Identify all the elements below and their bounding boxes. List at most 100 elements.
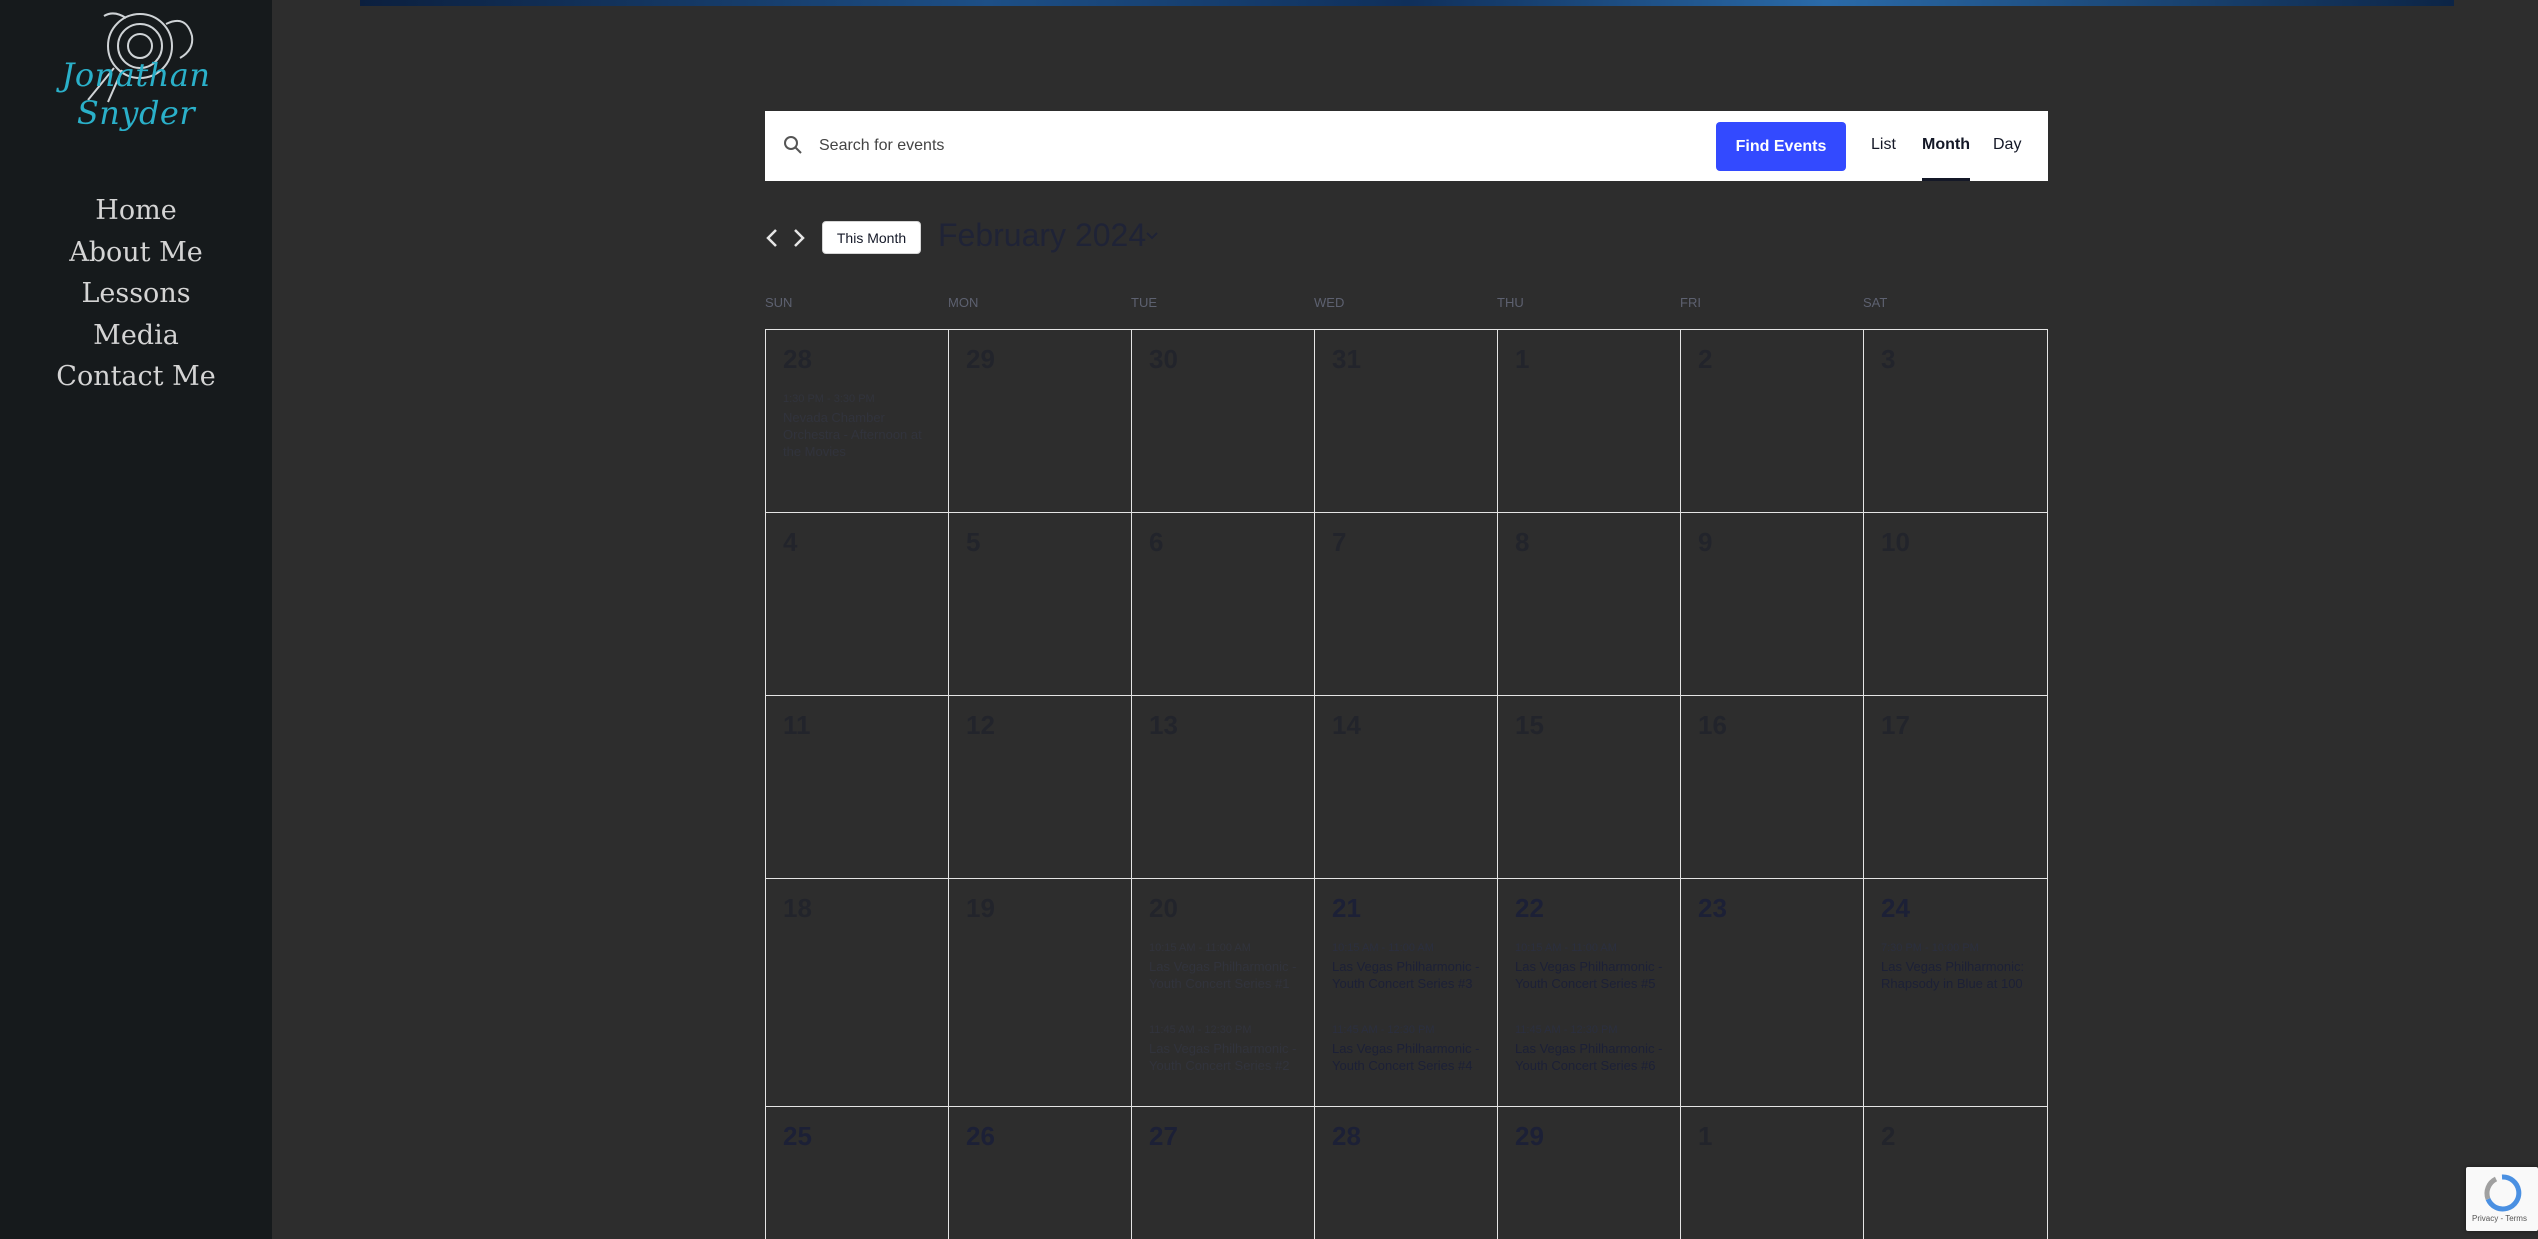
day-number[interactable]: 25: [783, 1121, 812, 1152]
find-events-button[interactable]: Find Events: [1716, 122, 1846, 171]
calendar-day-cell[interactable]: 26: [949, 1107, 1132, 1239]
day-number[interactable]: 24: [1881, 893, 1910, 924]
calendar-day-cell[interactable]: 13: [1132, 696, 1315, 879]
day-number[interactable]: 2: [1698, 344, 1712, 375]
calendar-day-cell[interactable]: 25: [766, 1107, 949, 1239]
calendar-event[interactable]: 11:45 AM - 12:30 PM Las Vegas Philharmoni…: [1149, 1023, 1299, 1074]
calendar-event[interactable]: 7:30 PM - 10:00 PM Las Vegas Philharmonic…: [1881, 941, 2031, 992]
calendar-event[interactable]: 10:15 AM - 11:00 AM Las Vegas Philharmoni…: [1149, 941, 1299, 992]
calendar-day-cell[interactable]: 12: [949, 696, 1132, 879]
calendar-day-cell[interactable]: 28 1:30 PM - 3:30 PM Nevada Chamber Orches…: [766, 330, 949, 513]
day-number[interactable]: 1: [1515, 344, 1529, 375]
calendar-event[interactable]: 1:30 PM - 3:30 PM Nevada Chamber Orchestr…: [783, 392, 933, 460]
day-number[interactable]: 22: [1515, 893, 1544, 924]
event-title[interactable]: Las Vegas Philharmonic - Youth Concert S…: [1515, 958, 1665, 992]
day-number[interactable]: 8: [1515, 527, 1529, 558]
calendar-day-cell[interactable]: 14: [1315, 696, 1498, 879]
calendar-day-cell[interactable]: 15: [1498, 696, 1681, 879]
calendar-day-cell[interactable]: 2: [1864, 1107, 2048, 1239]
day-number[interactable]: 28: [1332, 1121, 1361, 1152]
calendar-day-cell[interactable]: 6: [1132, 513, 1315, 696]
calendar-day-cell[interactable]: 4: [766, 513, 949, 696]
previous-month-icon[interactable]: [762, 226, 782, 250]
calendar-day-cell[interactable]: 10: [1864, 513, 2048, 696]
calendar-day-cell[interactable]: 11: [766, 696, 949, 879]
day-number[interactable]: 29: [1515, 1121, 1544, 1152]
this-month-button[interactable]: This Month: [822, 221, 921, 254]
day-number[interactable]: 19: [966, 893, 995, 924]
day-number[interactable]: 26: [966, 1121, 995, 1152]
day-number[interactable]: 2: [1881, 1121, 1895, 1152]
day-number[interactable]: 12: [966, 710, 995, 741]
calendar-day-cell[interactable]: 20 10:15 AM - 11:00 AM Las Vegas Philharmo…: [1132, 879, 1315, 1107]
calendar-day-cell[interactable]: 29: [1498, 1107, 1681, 1239]
event-title[interactable]: Las Vegas Philharmonic: Rhapsody in Blue…: [1881, 958, 2031, 992]
event-title[interactable]: Nevada Chamber Orchestra - Afternoon at …: [783, 409, 933, 460]
calendar-day-cell[interactable]: 3: [1864, 330, 2048, 513]
month-title[interactable]: February 2024: [938, 217, 1146, 254]
day-number[interactable]: 9: [1698, 527, 1712, 558]
day-number[interactable]: 1: [1698, 1121, 1712, 1152]
day-number[interactable]: 29: [966, 344, 995, 375]
day-number[interactable]: 10: [1881, 527, 1910, 558]
day-number[interactable]: 11: [783, 710, 811, 741]
event-title[interactable]: Las Vegas Philharmonic - Youth Concert S…: [1515, 1040, 1665, 1074]
calendar-day-cell[interactable]: 21 10:15 AM - 11:00 AM Las Vegas Philharmo…: [1315, 879, 1498, 1107]
day-number[interactable]: 17: [1881, 710, 1910, 741]
day-number[interactable]: 16: [1698, 710, 1727, 741]
nav-link-media[interactable]: Media: [93, 320, 179, 351]
site-logo[interactable]: Jonathan Snyder: [8, 6, 264, 132]
day-number[interactable]: 15: [1515, 710, 1544, 741]
calendar-day-cell[interactable]: 2: [1681, 330, 1864, 513]
calendar-day-cell[interactable]: 17: [1864, 696, 2048, 879]
calendar-day-cell[interactable]: 24 7:30 PM - 10:00 PM Las Vegas Philharmon…: [1864, 879, 2048, 1107]
calendar-day-cell[interactable]: 7: [1315, 513, 1498, 696]
calendar-event[interactable]: 10:15 AM - 11:00 AM Las Vegas Philharmoni…: [1332, 941, 1482, 992]
calendar-day-cell[interactable]: 9: [1681, 513, 1864, 696]
event-title[interactable]: Las Vegas Philharmonic - Youth Concert S…: [1149, 958, 1299, 992]
day-number[interactable]: 7: [1332, 527, 1346, 558]
calendar-day-cell[interactable]: 5: [949, 513, 1132, 696]
calendar-event[interactable]: 11:45 AM - 12:30 PM Las Vegas Philharmoni…: [1515, 1023, 1665, 1074]
day-number[interactable]: 3: [1881, 344, 1895, 375]
calendar-day-cell[interactable]: 18: [766, 879, 949, 1107]
day-number[interactable]: 21: [1332, 893, 1361, 924]
event-title[interactable]: Las Vegas Philharmonic - Youth Concert S…: [1149, 1040, 1299, 1074]
recaptcha-links[interactable]: Privacy - Terms: [2472, 1214, 2527, 1223]
nav-link-contact[interactable]: Contact Me: [56, 361, 215, 392]
nav-item-contact[interactable]: Contact Me: [0, 356, 272, 398]
calendar-day-cell[interactable]: 29: [949, 330, 1132, 513]
day-number[interactable]: 27: [1149, 1121, 1178, 1152]
calendar-day-cell[interactable]: 19: [949, 879, 1132, 1107]
nav-item-about[interactable]: About Me: [0, 232, 272, 274]
nav-item-home[interactable]: Home: [0, 190, 272, 232]
day-number[interactable]: 14: [1332, 710, 1361, 741]
day-number[interactable]: 13: [1149, 710, 1178, 741]
calendar-day-cell[interactable]: 30: [1132, 330, 1315, 513]
day-number[interactable]: 28: [783, 344, 812, 375]
day-number[interactable]: 5: [966, 527, 980, 558]
nav-item-lessons[interactable]: Lessons: [0, 273, 272, 315]
nav-link-about[interactable]: About Me: [69, 237, 202, 268]
calendar-day-cell[interactable]: 23: [1681, 879, 1864, 1107]
calendar-day-cell[interactable]: 31: [1315, 330, 1498, 513]
nav-item-media[interactable]: Media: [0, 315, 272, 357]
day-number[interactable]: 20: [1149, 893, 1178, 924]
chevron-down-icon[interactable]: [1146, 232, 1158, 240]
nav-link-lessons[interactable]: Lessons: [81, 278, 190, 309]
view-tab-day[interactable]: Day: [1993, 136, 2021, 154]
nav-link-home[interactable]: Home: [95, 195, 176, 226]
day-number[interactable]: 6: [1149, 527, 1163, 558]
recaptcha-badge[interactable]: Privacy - Terms: [2466, 1167, 2538, 1231]
event-title[interactable]: Las Vegas Philharmonic - Youth Concert S…: [1332, 958, 1482, 992]
day-number[interactable]: 18: [783, 893, 812, 924]
view-tab-list[interactable]: List: [1871, 136, 1896, 154]
day-number[interactable]: 23: [1698, 893, 1727, 924]
calendar-event[interactable]: 10:15 AM - 11:00 AM Las Vegas Philharmoni…: [1515, 941, 1665, 992]
calendar-day-cell[interactable]: 8: [1498, 513, 1681, 696]
calendar-day-cell[interactable]: 22 10:15 AM - 11:00 AM Las Vegas Philharmo…: [1498, 879, 1681, 1107]
day-number[interactable]: 4: [783, 527, 797, 558]
calendar-event[interactable]: 11:45 AM - 12:30 PM Las Vegas Philharmoni…: [1332, 1023, 1482, 1074]
view-tab-month[interactable]: Month: [1922, 136, 1970, 181]
day-number[interactable]: 30: [1149, 344, 1178, 375]
